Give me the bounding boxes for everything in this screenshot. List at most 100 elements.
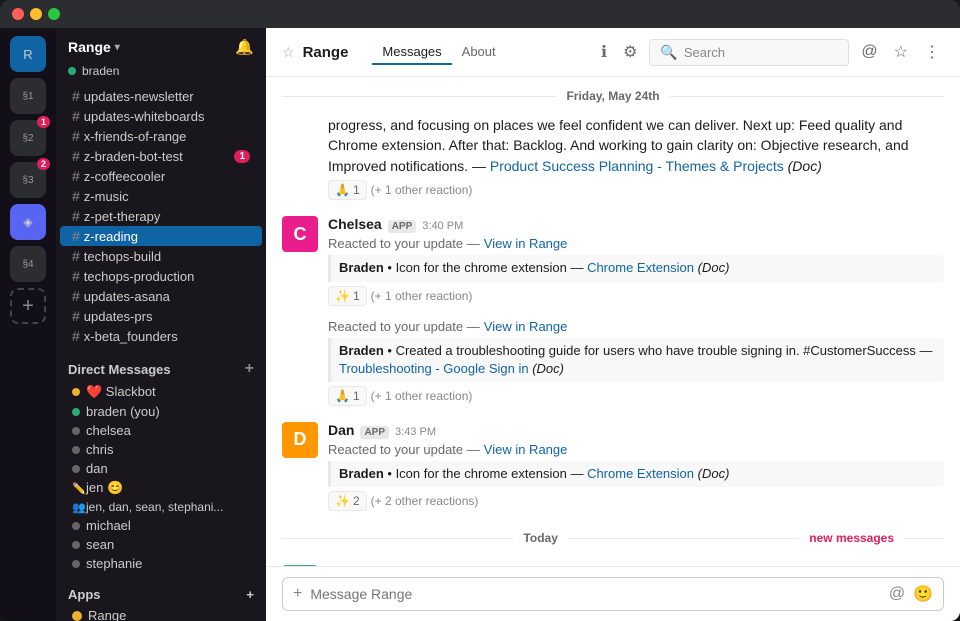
workspace-icon-rail: R §1 §2 1 §3 2 ◈ §4 + (0, 28, 56, 621)
channels-list: # updates-newsletter # updates-whiteboar… (56, 86, 266, 346)
channel-name: techops-production (84, 269, 195, 284)
quoted-text-chelsea-2: Braden • Created a troubleshooting guide… (339, 342, 936, 378)
dm-name: ❤️ Slackbot (86, 384, 156, 400)
hash-icon: # (72, 128, 80, 144)
tab-messages[interactable]: Messages (372, 40, 451, 65)
divider-line-left (282, 538, 513, 539)
add-workspace-button[interactable]: + (10, 288, 46, 324)
dm-name: braden (you) (86, 404, 160, 419)
channel-z-reading[interactable]: # z-reading (60, 226, 262, 246)
tab-about[interactable]: About (452, 40, 506, 65)
channel-name: z-braden-bot-test (84, 149, 183, 164)
unread-badge: 1 (234, 150, 250, 163)
reaction-chip-sparkle-dan[interactable]: ✨ 2 (328, 491, 367, 511)
dm-name: sean (86, 537, 114, 552)
channel-name: z-reading (84, 229, 138, 244)
quoted-text-dan: Braden • Icon for the chrome extension —… (339, 465, 936, 483)
dm-list: ❤️ Slackbot braden (you) chelsea chris d… (56, 382, 266, 573)
dm-sean[interactable]: sean (60, 535, 262, 554)
channel-updates-prs[interactable]: # updates-prs (60, 306, 262, 326)
reaction-chip-pray-2[interactable]: 🙏 1 (328, 386, 367, 406)
braden-status-dot (72, 408, 80, 416)
reaction-chip-sparkle[interactable]: ✨ 1 (328, 286, 367, 306)
hash-icon: # (72, 108, 80, 124)
workspace-icon-2[interactable]: §1 (10, 78, 46, 114)
channel-z-braden-bot-test[interactable]: # z-braden-bot-test 1 (60, 146, 262, 166)
channel-updates-asana[interactable]: # updates-asana (60, 286, 262, 306)
dm-jen[interactable]: ✏️ jen 😊 (60, 478, 262, 498)
hash-icon: # (72, 188, 80, 204)
settings-icon[interactable]: ⚙ (619, 38, 641, 66)
view-in-range-link-dan[interactable]: View in Range (484, 442, 568, 457)
star-icon[interactable]: ☆ (282, 44, 295, 61)
at-mention-icon[interactable]: @ (889, 585, 905, 603)
workspace-icon-4[interactable]: §3 2 (10, 162, 46, 198)
sidebar: Range ▾ 🔔 braden # updates-newsletter # … (56, 28, 266, 621)
workspace-3-label: §2 (22, 133, 33, 144)
message-group-range-today: ⬡ Range APP 9:00 AM What's the plan for … (266, 557, 960, 566)
hash-icon: # (72, 248, 80, 264)
workspace-icon-range[interactable]: R (10, 36, 46, 72)
dm-slackbot[interactable]: ❤️ Slackbot (60, 382, 262, 402)
troubleshooting-link[interactable]: Troubleshooting - Google Sign in (339, 361, 529, 376)
message-input[interactable] (310, 586, 880, 602)
dm-chelsea[interactable]: chelsea (60, 421, 262, 440)
channel-name: updates-whiteboards (84, 109, 205, 124)
emoji-icon[interactable]: 🙂 (913, 584, 933, 604)
view-in-range-link[interactable]: View in Range (484, 236, 568, 251)
dm-braden[interactable]: braden (you) (60, 402, 262, 421)
chelsea-message-body-2: Reacted to your update — View in Range B… (328, 316, 944, 406)
maximize-button[interactable] (48, 8, 60, 20)
search-bar[interactable]: 🔍 Search (649, 39, 849, 66)
dm-chris[interactable]: chris (60, 440, 262, 459)
workspace-icon-6[interactable]: §4 (10, 246, 46, 282)
product-planning-link[interactable]: Product Success Planning - Themes & Proj… (490, 158, 784, 174)
pencil-icon: ✏️ (72, 482, 80, 495)
more-icon[interactable]: ⋮ (920, 38, 944, 66)
channel-x-beta-founders[interactable]: # x-beta_founders (60, 326, 262, 346)
info-icon[interactable]: ℹ (597, 38, 611, 66)
workspace-icon-5[interactable]: ◈ (10, 204, 46, 240)
channel-name: updates-newsletter (84, 89, 194, 104)
dm-name: stephanie (86, 556, 142, 571)
app-badge-dan: APP (360, 426, 389, 439)
at-icon[interactable]: @ (857, 39, 881, 65)
chrome-extension-link-dan[interactable]: Chrome Extension (587, 466, 694, 481)
dm-group[interactable]: 👥 jen, dan, sean, stephani... (60, 498, 262, 516)
workspace-icon-3[interactable]: §2 1 (10, 120, 46, 156)
group-icon: 👥 (72, 501, 80, 514)
dm-stephanie[interactable]: stephanie (60, 554, 262, 573)
channel-updates-newsletter[interactable]: # updates-newsletter (60, 86, 262, 106)
add-dm-button[interactable]: + (245, 360, 254, 378)
minimize-button[interactable] (30, 8, 42, 20)
channel-techops-build[interactable]: # techops-build (60, 246, 262, 266)
workspace-name[interactable]: Range ▾ (68, 39, 120, 55)
notification-bell-icon[interactable]: 🔔 (235, 38, 254, 56)
channel-z-pet-therapy[interactable]: # z-pet-therapy (60, 206, 262, 226)
bookmark-icon[interactable]: ☆ (890, 38, 912, 66)
channel-techops-production[interactable]: # techops-production (60, 266, 262, 286)
channel-updates-whiteboards[interactable]: # updates-whiteboards (60, 106, 262, 126)
channel-z-music[interactable]: # z-music (60, 186, 262, 206)
divider-line-end (904, 538, 944, 539)
quoted-text-chelsea-1: Braden • Icon for the chrome extension —… (339, 259, 936, 277)
hash-icon: # (72, 88, 80, 104)
channel-x-friends-of-range[interactable]: # x-friends-of-range (60, 126, 262, 146)
reaction-chip-pray[interactable]: 🙏 1 (328, 180, 367, 200)
workspace-4-label: §3 (22, 175, 33, 186)
chrome-extension-link[interactable]: Chrome Extension (587, 260, 694, 275)
dm-michael[interactable]: michael (60, 516, 262, 535)
dm-name: chris (86, 442, 113, 457)
add-app-button[interactable]: + (246, 587, 254, 602)
app-range[interactable]: Range (60, 606, 262, 621)
sender-name-chelsea: Chelsea (328, 216, 382, 232)
view-in-range-link-2[interactable]: View in Range (484, 319, 568, 334)
today-divider: Today new messages (266, 531, 960, 545)
sidebar-user: braden (56, 62, 266, 86)
dm-dan[interactable]: dan (60, 459, 262, 478)
close-button[interactable] (12, 8, 24, 20)
channel-z-coffeecooler[interactable]: # z-coffeecooler (60, 166, 262, 186)
add-attachment-icon[interactable]: + (293, 585, 302, 603)
apps-section-header: Apps + (56, 573, 266, 606)
hash-icon: # (72, 208, 80, 224)
